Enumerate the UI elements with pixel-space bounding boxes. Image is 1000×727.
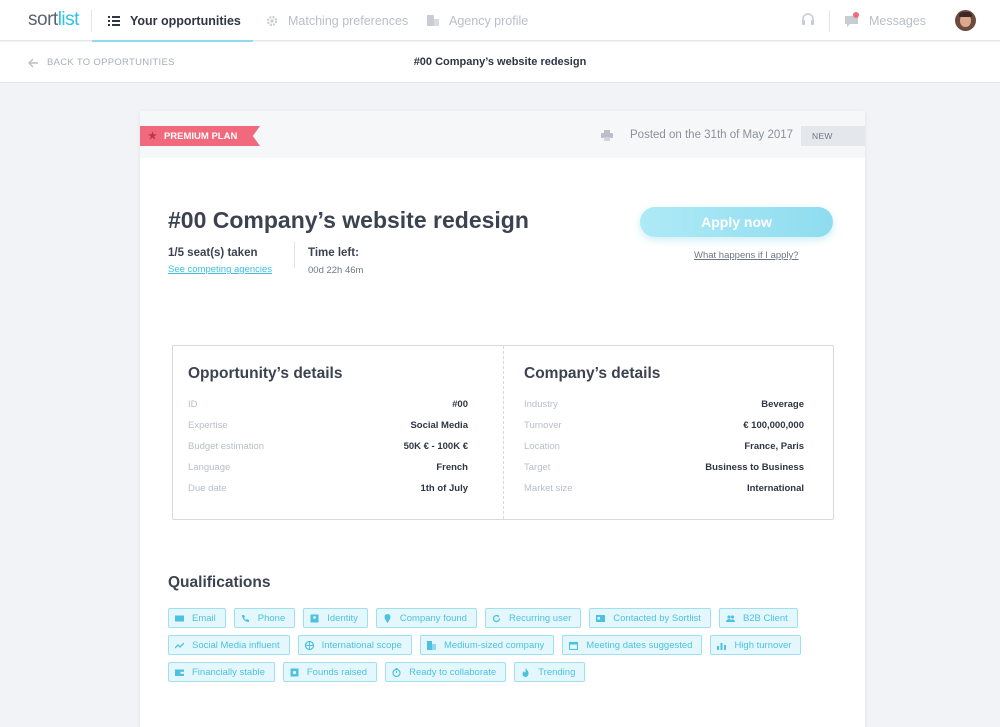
tag-row: Email Phone Identity Company found Recur… bbox=[168, 608, 848, 628]
competing-agencies-link[interactable]: See competing agencies bbox=[168, 264, 272, 275]
tag-international-scope: International scope bbox=[297, 635, 412, 655]
detail-row: Language French bbox=[188, 462, 468, 473]
tag-ready-to-collaborate: Ready to collaborate bbox=[385, 662, 507, 682]
opportunity-card: ★ PREMIUM PLAN Posted on the 31th of May… bbox=[140, 111, 865, 727]
tag-email: Email bbox=[168, 608, 226, 628]
headset-icon[interactable] bbox=[801, 13, 815, 27]
messages-link[interactable]: Messages bbox=[845, 0, 926, 41]
star-icon: ★ bbox=[148, 130, 157, 142]
detail-row: Market size International bbox=[524, 483, 804, 494]
tab-label: Agency profile bbox=[449, 13, 529, 28]
tab-agency-profile[interactable]: Agency profile bbox=[427, 0, 528, 41]
status-badge: NEW bbox=[801, 126, 865, 146]
divider bbox=[829, 10, 830, 32]
tag-b2b-client: B2B Client bbox=[718, 608, 798, 628]
card-header: ★ PREMIUM PLAN Posted on the 31th of May… bbox=[140, 111, 865, 158]
details-panel: Opportunity’s details ID #00 Expertise Soc… bbox=[172, 345, 834, 520]
detail-row: Target Business to Business bbox=[524, 462, 804, 473]
detail-row: Due date 1th of July bbox=[188, 483, 468, 494]
time-left-label: Time left: bbox=[308, 247, 359, 259]
detail-row: Turnover € 100,000,000 bbox=[524, 420, 804, 431]
detail-row: Location France, Paris bbox=[524, 441, 804, 452]
id-card-icon bbox=[310, 614, 319, 622]
contact-card-icon bbox=[596, 614, 606, 622]
sortlist-logo[interactable]: sortlist bbox=[28, 9, 79, 31]
divider bbox=[503, 346, 504, 519]
sub-header: BACK TO OPPORTUNITIES #00 Company’s webs… bbox=[0, 42, 1000, 83]
flame-icon bbox=[522, 667, 529, 677]
avatar-hair bbox=[959, 12, 972, 17]
divider bbox=[294, 242, 295, 268]
tag-recurring-user: Recurring user bbox=[484, 608, 582, 628]
qualification-tags: Email Phone Identity Company found Recur… bbox=[168, 608, 848, 689]
tag-row: Social Media influent International scop… bbox=[168, 635, 848, 655]
divider bbox=[91, 10, 92, 32]
tag-financially-stable: Financially stable bbox=[168, 662, 275, 682]
seats-taken: 1/5 seat(s) taken bbox=[168, 247, 258, 259]
tag-meeting-dates-suggested: Meeting dates suggested bbox=[562, 635, 703, 655]
list-icon bbox=[108, 15, 120, 26]
tag-identity: Identity bbox=[303, 608, 368, 628]
what-happens-link[interactable]: What happens if I apply? bbox=[694, 250, 799, 261]
tab-label: Matching preferences bbox=[288, 13, 409, 28]
qualifications-title: Qualifications bbox=[168, 574, 271, 591]
tab-label: Your opportunities bbox=[130, 13, 241, 28]
envelope-icon bbox=[175, 615, 184, 621]
detail-row: Budget estimation 50K € - 100K € bbox=[188, 441, 468, 452]
section-title: Company’s details bbox=[524, 365, 661, 382]
apply-now-button[interactable]: Apply now bbox=[640, 207, 833, 237]
avatar[interactable] bbox=[955, 10, 976, 31]
opportunity-title: #00 Company’s website redesign bbox=[168, 207, 529, 233]
plan-label: PREMIUM PLAN bbox=[163, 130, 238, 142]
tab-your-opportunities[interactable]: Your opportunities bbox=[92, 0, 253, 42]
calendar-icon bbox=[569, 641, 579, 650]
time-left: Time left: 00d 22h 46m bbox=[308, 243, 363, 276]
refresh-icon bbox=[492, 614, 501, 622]
detail-row: ID #00 bbox=[188, 399, 468, 410]
tag-contacted-by-sortlist: Contacted by Sortlist bbox=[589, 608, 711, 628]
section-title: Opportunity’s details bbox=[188, 365, 343, 382]
detail-row: Expertise Social Media bbox=[188, 420, 468, 431]
gear-icon bbox=[266, 15, 278, 26]
posted-date: Posted on the 31th of May 2017 bbox=[630, 129, 794, 141]
stopwatch-icon bbox=[392, 667, 401, 677]
time-left-value: 00d 22h 46m bbox=[308, 265, 364, 276]
messages-label: Messages bbox=[869, 13, 926, 28]
tag-company-found: Company found bbox=[375, 608, 477, 628]
people-icon bbox=[725, 614, 735, 622]
wallet-icon bbox=[175, 669, 184, 676]
page-title: #00 Company’s website redesign bbox=[413, 56, 587, 68]
tag-row: Financially stable Founds raised Ready t… bbox=[168, 662, 848, 682]
tag-phone: Phone bbox=[233, 608, 296, 628]
tag-social-media-influent: Social Media influent bbox=[168, 635, 290, 655]
tag-high-turnover: High turnover bbox=[710, 635, 802, 655]
tag-trending: Trending bbox=[514, 662, 586, 682]
top-navigation: sortlist Your opportunities Matching pre… bbox=[0, 0, 1000, 42]
tag-medium-sized-company: Medium-sized company bbox=[419, 635, 555, 655]
globe-icon bbox=[304, 640, 314, 650]
detail-row: Industry Beverage bbox=[524, 399, 804, 410]
bar-chart-icon bbox=[717, 642, 727, 650]
unread-badge bbox=[853, 12, 859, 18]
building-icon bbox=[427, 15, 439, 26]
phone-icon bbox=[241, 614, 249, 622]
map-pin-icon bbox=[384, 613, 391, 623]
tag-founds-raised: Founds raised bbox=[282, 662, 378, 682]
printer-icon[interactable] bbox=[601, 130, 613, 141]
premium-plan-badge: ★ PREMIUM PLAN bbox=[140, 126, 260, 146]
money-icon bbox=[290, 668, 299, 676]
trend-icon bbox=[175, 642, 184, 648]
tab-matching-preferences[interactable]: Matching preferences bbox=[266, 0, 408, 41]
seats-info: 1/5 seat(s) taken See competing agencies bbox=[168, 243, 272, 275]
building-icon bbox=[426, 640, 436, 650]
